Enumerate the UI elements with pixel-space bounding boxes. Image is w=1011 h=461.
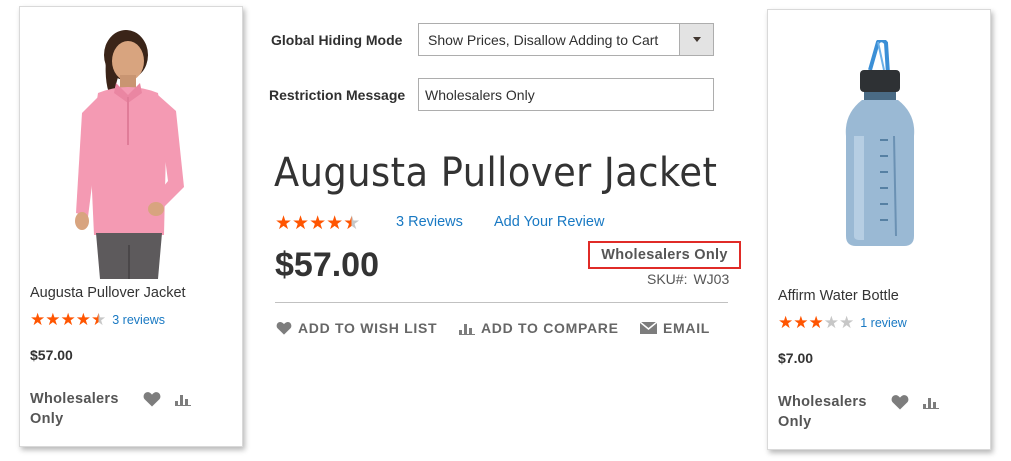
hiding-mode-label: Global Hiding Mode — [271, 32, 403, 48]
card-price: $57.00 — [30, 347, 73, 363]
product-image-jacket[interactable] — [20, 17, 242, 279]
compare-icon[interactable] — [923, 395, 939, 414]
divider — [275, 302, 728, 303]
card-reviews-link[interactable]: 3 reviews — [112, 313, 165, 327]
restriction-message-label: Restriction Message — [269, 87, 406, 103]
star-icon: ★ — [60, 310, 76, 329]
card-restriction-message: Wholesalers Only — [30, 391, 119, 427]
star-icon: ★ — [839, 313, 855, 332]
card-actions — [891, 394, 939, 415]
heart-icon[interactable] — [891, 394, 909, 415]
star-icon: ★ — [808, 313, 824, 332]
sku-value: WJ03 — [693, 271, 730, 287]
restriction-message-highlight: Wholesalers Only — [588, 241, 741, 269]
product-card-augusta: Augusta Pullover Jacket ★ ★ ★ ★ ★ 3 reviews … — [19, 6, 243, 447]
jacket-photo — [75, 30, 184, 279]
add-to-compare-label: ADD TO COMPARE — [481, 320, 619, 336]
card-product-name[interactable]: Augusta Pullover Jacket — [30, 285, 186, 301]
add-to-compare-link[interactable]: ADD TO COMPARE — [459, 320, 619, 336]
card-actions — [143, 391, 191, 412]
star-icon: ★ — [30, 310, 46, 329]
star-icon: ★ — [292, 213, 310, 234]
card-reviews-link[interactable]: 1 review — [860, 316, 907, 330]
email-label: EMAIL — [663, 320, 711, 336]
heart-icon[interactable] — [143, 391, 161, 412]
star-icon: ★ — [45, 310, 61, 329]
star-icon: ★ — [793, 313, 809, 332]
card-rating: ★ ★ ★ ★ ★ 1 review — [778, 314, 907, 331]
add-review-link[interactable]: Add Your Review — [494, 214, 604, 230]
product-card-water-bottle: Affirm Water Bottle ★ ★ ★ ★ ★ 1 review $7.00… — [767, 9, 991, 450]
star-icon: ★ — [309, 213, 327, 234]
star-icon: ★ — [823, 313, 839, 332]
compare-icon — [459, 321, 475, 335]
add-to-wishlist-link[interactable]: ADD TO WISH LIST — [276, 320, 437, 336]
add-to-wishlist-label: ADD TO WISH LIST — [298, 320, 438, 336]
star-icon: ★ — [778, 313, 794, 332]
product-rating-stars: ★ ★ ★ ★ ★ — [275, 214, 360, 233]
envelope-icon — [640, 322, 657, 334]
product-image-bottle[interactable] — [768, 40, 990, 278]
card-product-name[interactable]: Affirm Water Bottle — [778, 288, 899, 304]
email-link[interactable]: EMAIL — [640, 320, 710, 336]
card-rating-stars: ★ ★ ★ ★ ★ — [30, 311, 106, 328]
hiding-mode-value: Show Prices, Disallow Adding to Cart — [428, 31, 659, 48]
star-icon: ★ — [326, 213, 344, 234]
card-price: $7.00 — [778, 350, 814, 366]
heart-icon — [276, 321, 292, 335]
restriction-message-input[interactable] — [418, 78, 714, 111]
star-icon: ★ — [343, 213, 361, 234]
star-icon: ★ — [275, 213, 293, 234]
star-icon: ★ — [91, 310, 107, 329]
card-restriction-message: Wholesalers Only — [778, 394, 867, 430]
hiding-mode-select[interactable]: Show Prices, Disallow Adding to Cart — [418, 23, 714, 56]
dropdown-arrow-icon[interactable] — [679, 24, 713, 55]
restriction-message: Wholesalers Only — [601, 247, 728, 263]
reviews-link[interactable]: 3 Reviews — [396, 214, 463, 230]
card-rating: ★ ★ ★ ★ ★ 3 reviews — [30, 311, 165, 328]
bottle-photo — [845, 40, 915, 246]
star-icon: ★ — [75, 310, 91, 329]
sku-label: SKU#: — [647, 271, 688, 287]
card-rating-stars: ★ ★ ★ ★ ★ — [778, 314, 854, 331]
product-rating: ★ ★ ★ ★ ★ — [275, 214, 360, 233]
compare-icon[interactable] — [175, 392, 191, 411]
product-price: $57.00 — [275, 246, 379, 284]
product-sku: SKU#: WJ03 — [647, 271, 729, 287]
page-title: Augusta Pullover Jacket — [274, 150, 718, 196]
